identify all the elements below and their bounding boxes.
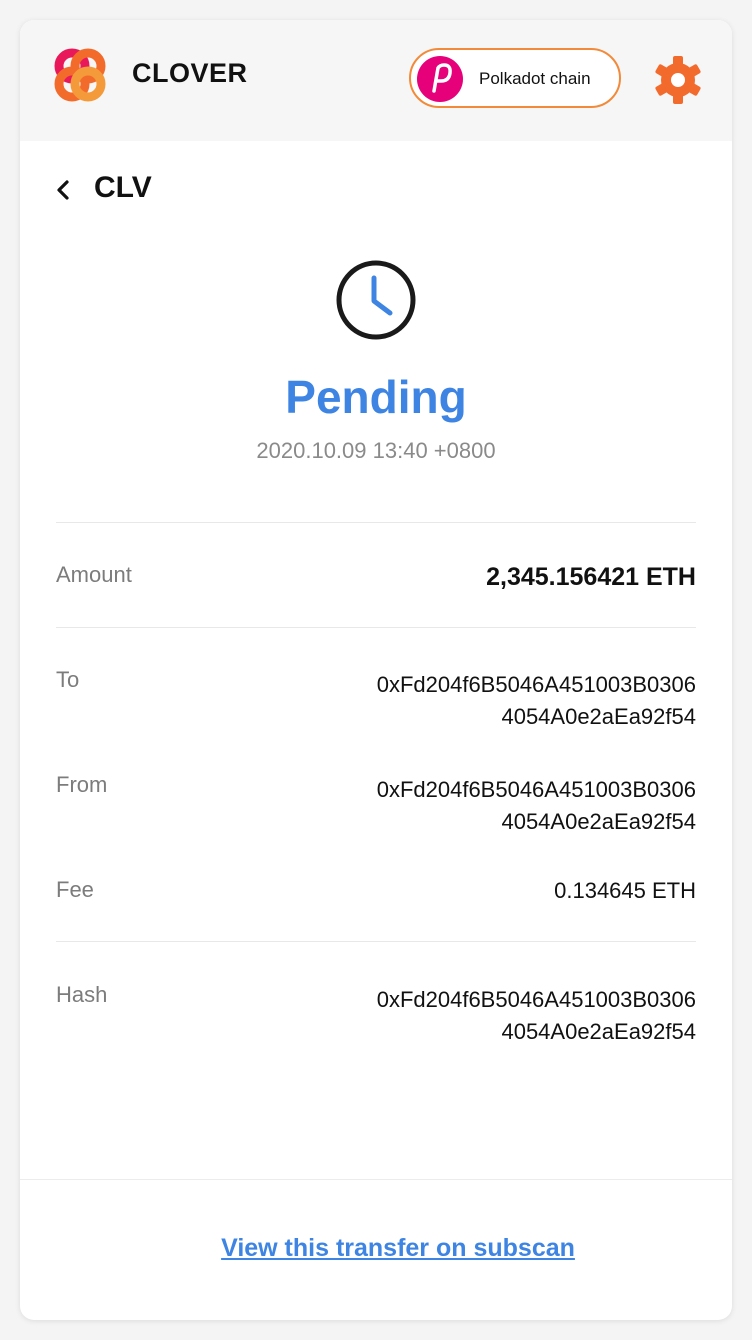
to-address-line1: 0xFd204f6B5046A451003B0306 xyxy=(376,672,696,697)
brand-name: CLOVER xyxy=(132,58,248,88)
divider xyxy=(56,522,696,523)
status-label: Pending xyxy=(285,371,467,423)
polkadot-icon xyxy=(417,56,463,102)
clover-logo-icon xyxy=(54,48,106,102)
amount-value: 2,345.156421 ETH xyxy=(486,563,696,591)
from-address-line1: 0xFd204f6B5046A451003B0306 xyxy=(376,777,696,802)
from-label: From xyxy=(56,772,108,797)
gear-icon[interactable] xyxy=(652,54,704,106)
status-timestamp: 2020.10.09 13:40 +0800 xyxy=(256,438,496,463)
clock-icon xyxy=(336,260,416,340)
chain-label: Polkadot chain xyxy=(479,69,591,88)
hash-line2: 4054A0e2aEa92f54 xyxy=(501,1019,696,1044)
to-address-line2: 4054A0e2aEa92f54 xyxy=(501,704,696,729)
fee-value: 0.134645 ETH xyxy=(554,878,696,903)
amount-label: Amount xyxy=(56,562,132,587)
divider xyxy=(56,627,696,628)
footer-divider xyxy=(20,1179,732,1180)
divider xyxy=(56,941,696,942)
view-on-subscan-link[interactable]: View this transfer on subscan xyxy=(20,1234,732,1263)
from-address: 0xFd204f6B5046A451003B0306 4054A0e2aEa92… xyxy=(377,774,696,838)
transaction-detail-card: CLOVER Polkadot chain CLV Pending 2020.1… xyxy=(20,20,732,1320)
hash-value: 0xFd204f6B5046A451003B0306 4054A0e2aEa92… xyxy=(377,984,696,1048)
to-address: 0xFd204f6B5046A451003B0306 4054A0e2aEa92… xyxy=(377,669,696,733)
app-header: CLOVER Polkadot chain xyxy=(20,20,732,141)
back-chevron-icon[interactable] xyxy=(52,178,76,202)
fee-label: Fee xyxy=(56,877,94,902)
hash-line1: 0xFd204f6B5046A451003B0306 xyxy=(376,987,696,1012)
hash-label: Hash xyxy=(56,982,108,1007)
chain-selector-button[interactable]: Polkadot chain xyxy=(409,48,621,108)
page-title: CLV xyxy=(94,171,152,204)
to-label: To xyxy=(56,667,80,692)
from-address-line2: 4054A0e2aEa92f54 xyxy=(501,809,696,834)
